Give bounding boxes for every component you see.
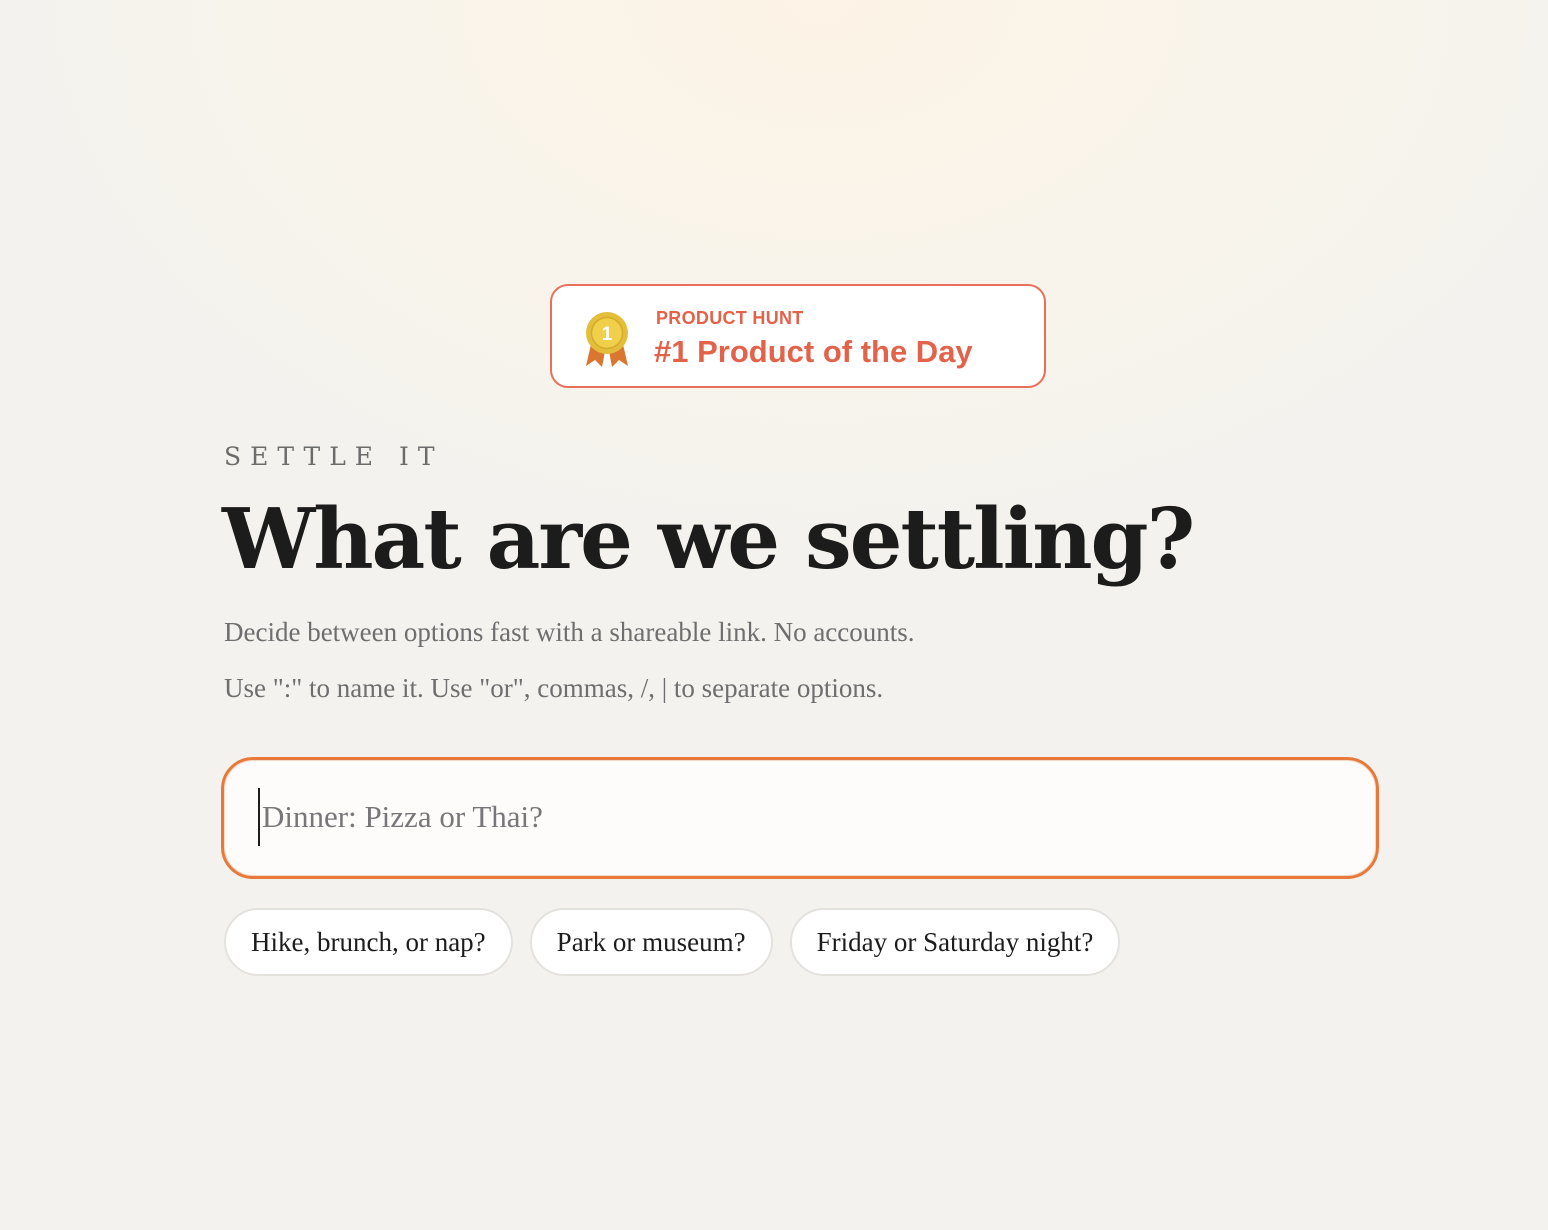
suggestion-chip[interactable]: Friday or Saturday night? xyxy=(789,908,1121,976)
suggestion-chip[interactable]: Hike, brunch, or nap? xyxy=(224,908,513,976)
question-input-container xyxy=(221,757,1379,879)
medal-icon: 1 xyxy=(586,312,628,367)
page-subtitle: Decide between options fast with a share… xyxy=(224,617,915,647)
question-input[interactable] xyxy=(258,788,1322,846)
badge-headline: #1 Product of the Day xyxy=(654,334,973,369)
eyebrow-label: SETTLE IT xyxy=(224,442,444,471)
page-title: What are we settling? xyxy=(222,490,1195,588)
syntax-hint: Use ":" to name it. Use "or", commas, /,… xyxy=(224,673,884,703)
medal-number: 1 xyxy=(602,324,613,345)
suggestion-chip[interactable]: Park or museum? xyxy=(529,908,773,976)
badge-kicker: PRODUCT HUNT xyxy=(656,308,804,328)
suggestion-chips: Hike, brunch, or nap? Park or museum? Fr… xyxy=(224,908,1121,976)
product-hunt-badge[interactable]: 1 PRODUCT HUNT #1 Product of the Day xyxy=(550,284,1046,388)
